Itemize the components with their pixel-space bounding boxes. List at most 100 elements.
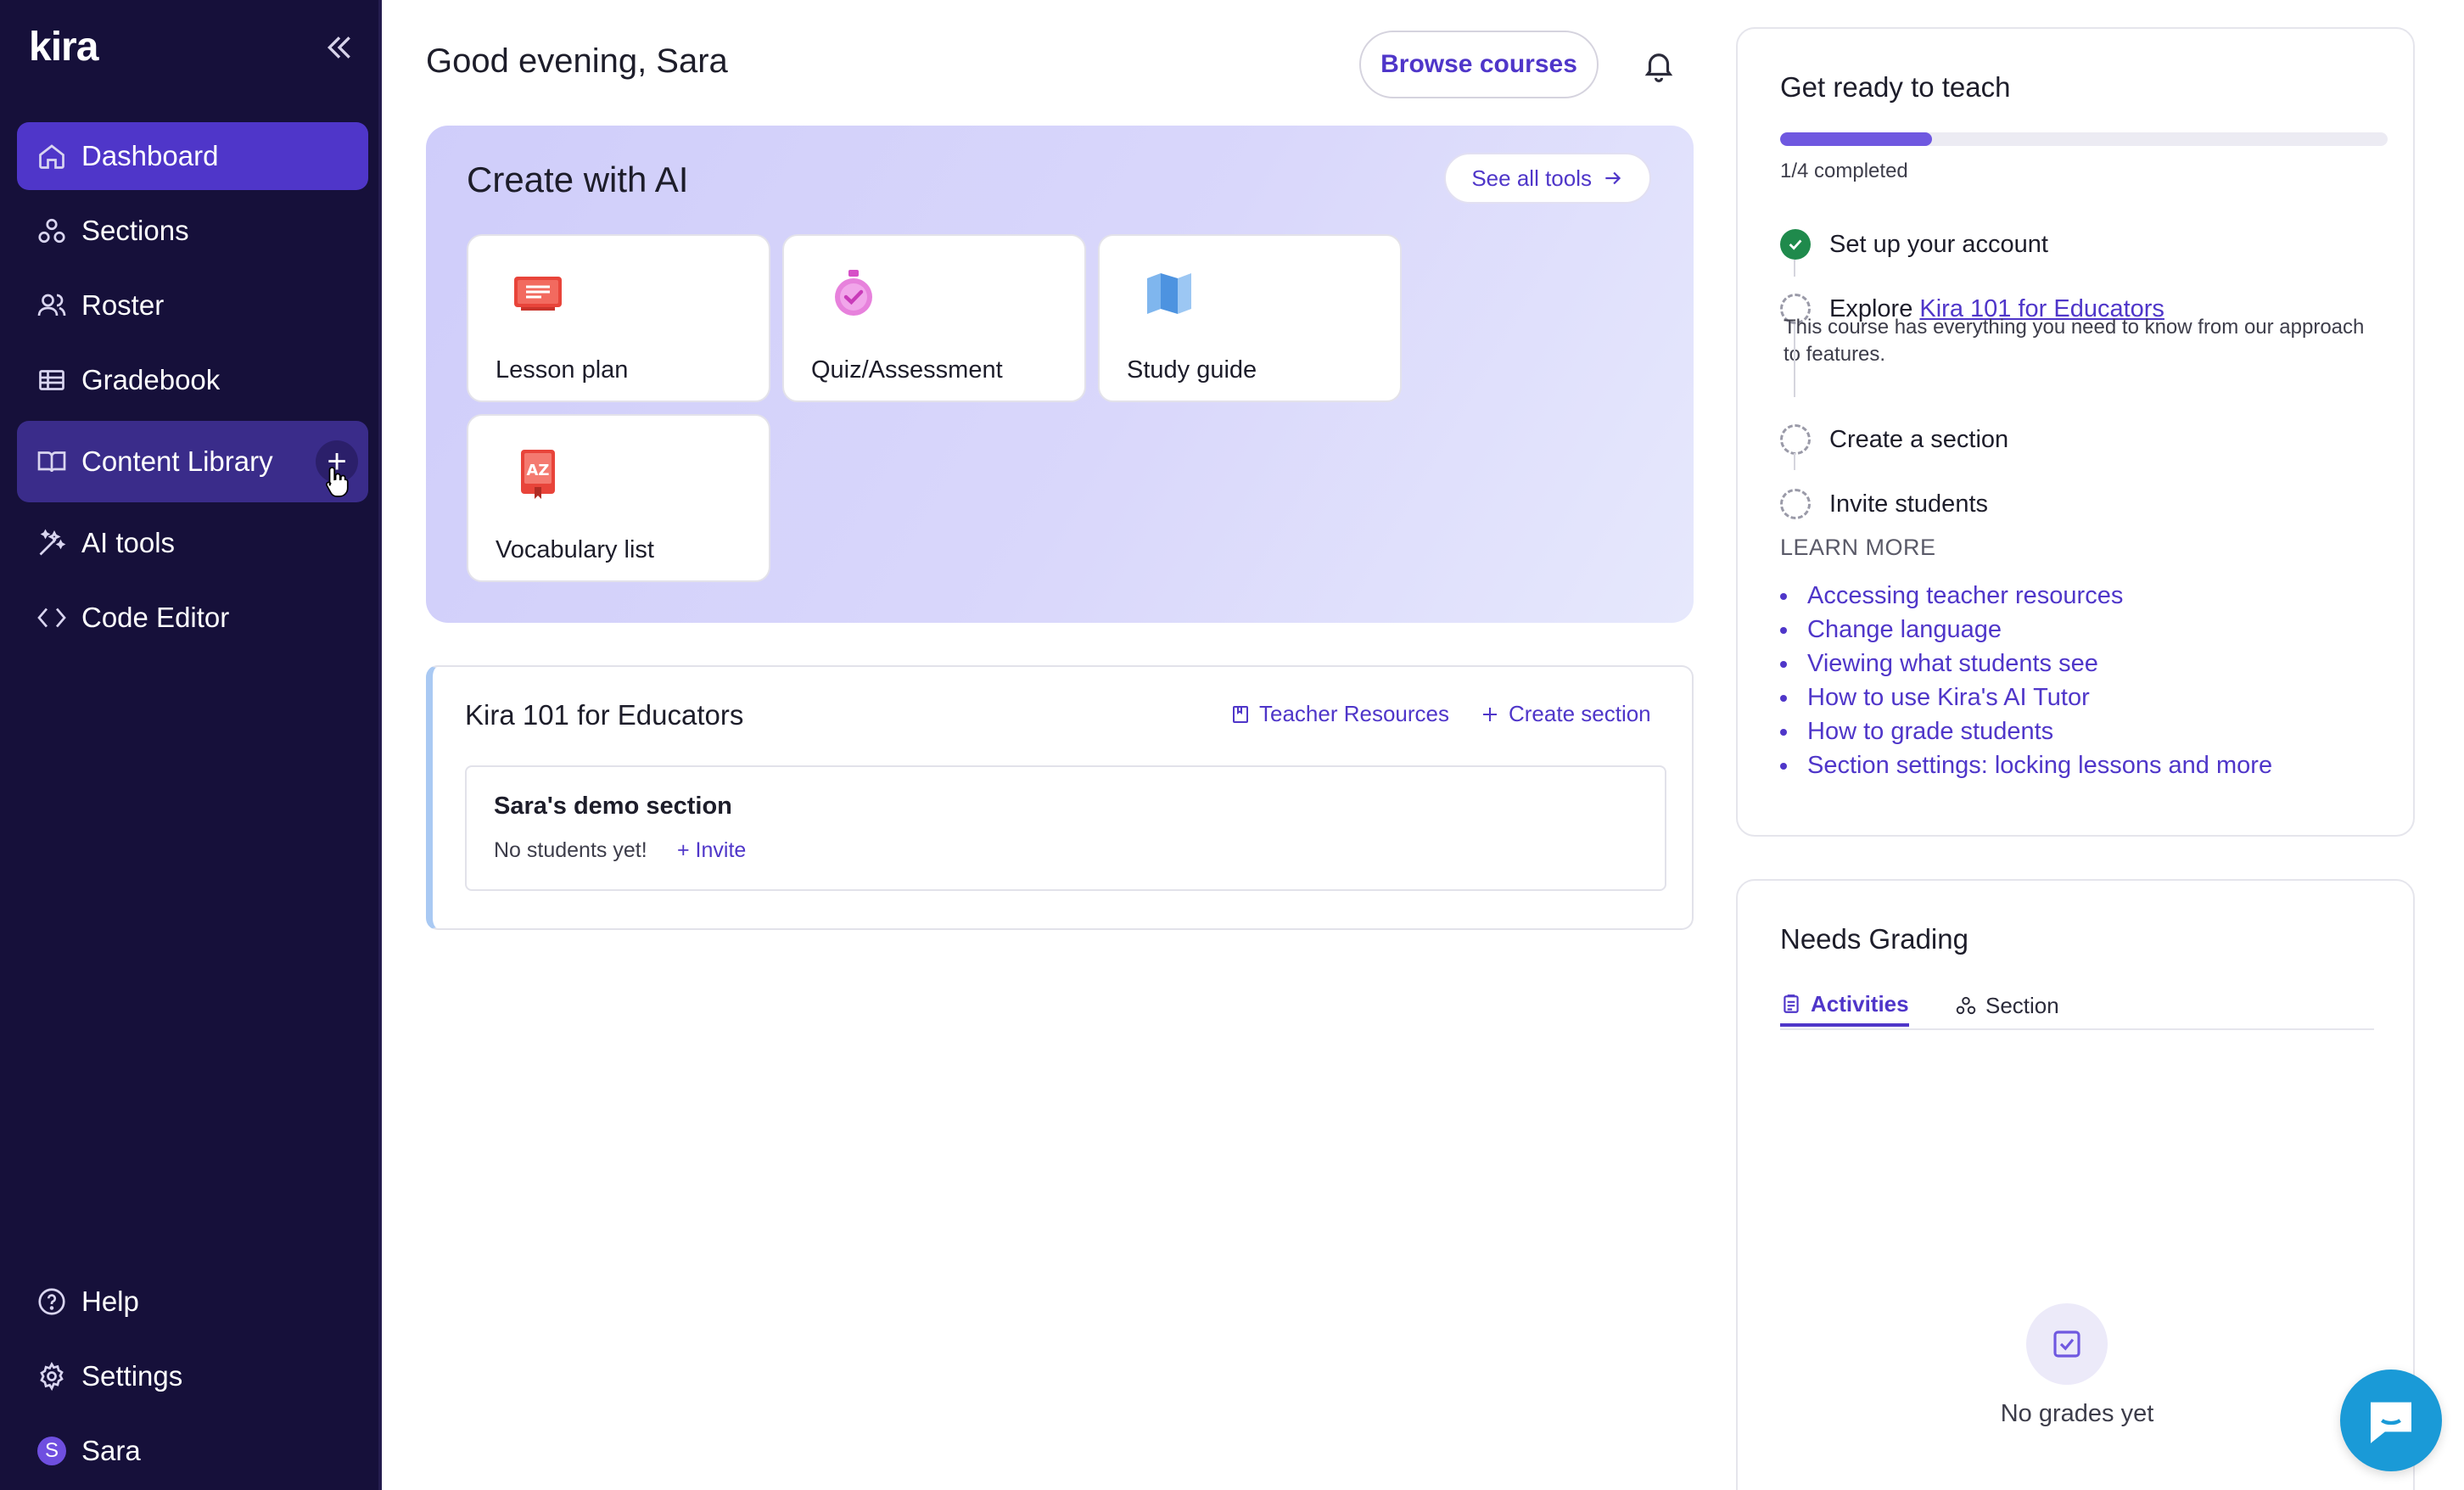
course-card: Kira 101 for Educators Teacher Resources… [426, 665, 1694, 930]
sidebar-item-code-editor[interactable]: Code Editor [17, 584, 368, 652]
sidebar-item-label: Roster [81, 289, 165, 321]
teacher-resources-label: Teacher Resources [1259, 701, 1449, 726]
sidebar-item-label: Gradebook [81, 364, 221, 395]
step-connector [1794, 453, 1795, 470]
tool-label: Vocabulary list [496, 536, 654, 563]
chat-support-button[interactable] [2340, 1370, 2442, 1471]
presentation-icon [514, 277, 562, 311]
arrow-right-icon [1605, 171, 1621, 185]
sidebar-item-content-library[interactable]: Content Library + [17, 421, 368, 502]
invite-label: Invite [695, 838, 747, 862]
sidebar-item-label: Content Library [81, 445, 273, 477]
step-label: Invite students [1829, 490, 1988, 518]
browse-courses-button[interactable]: Browse courses [1359, 31, 1599, 98]
stopwatch-icon [835, 270, 872, 316]
step-label: Create a section [1829, 426, 2009, 453]
sidebar-item-roster[interactable]: Roster [17, 272, 368, 339]
clipboard-icon [1784, 994, 1799, 1013]
progress-text: 1/4 completed [1780, 160, 1908, 182]
checkbox-icon [2026, 1303, 2108, 1385]
tab-activities[interactable]: Activities [1780, 984, 1909, 1027]
tab-label: Activities [1811, 990, 1909, 1017]
create-section-label: Create section [1509, 701, 1651, 726]
tool-card-study-guide[interactable]: Study guide [1098, 234, 1402, 402]
step-setup-account: Set up your account [1780, 229, 2048, 260]
learn-more-link[interactable]: Change language [1780, 613, 2272, 647]
no-students-text: No students yet! [494, 838, 647, 862]
code-icon [34, 600, 70, 636]
see-all-tools-button[interactable]: See all tools [1444, 153, 1651, 204]
chat-icon [2371, 1402, 2411, 1443]
sidebar-item-dashboard[interactable]: Dashboard [17, 122, 368, 190]
learn-more-link[interactable]: How to grade students [1780, 714, 2272, 748]
sidebar-item-ai-tools[interactable]: AI tools [17, 509, 368, 577]
tool-label: Lesson plan [496, 356, 629, 384]
bell-icon[interactable] [1641, 48, 1677, 83]
tool-label: Study guide [1127, 356, 1257, 384]
sidebar-item-label: Help [81, 1286, 139, 1317]
invite-link[interactable]: + Invite [677, 838, 746, 863]
step-create-section: Create a section [1780, 424, 2008, 455]
sidebar-item-label: AI tools [81, 527, 176, 558]
page-title: Good evening, Sara [426, 42, 728, 80]
section-item[interactable]: Sara's demo section No students yet! + I… [465, 765, 1666, 891]
see-all-tools-label: See all tools [1471, 165, 1592, 191]
tool-label: Quiz/Assessment [811, 356, 1003, 384]
plus-icon [1483, 707, 1497, 721]
learn-more-list: Accessing teacher resources Change langu… [1780, 579, 2272, 782]
avatar: S [34, 1433, 70, 1469]
create-section-link[interactable]: Create section [1480, 701, 1651, 727]
empty-state-text: No grades yet [2000, 1400, 2154, 1427]
map-icon [1147, 273, 1191, 314]
sidebar-item-gradebook[interactable]: Gradebook [17, 346, 368, 414]
sidebar-item-label: Code Editor [81, 602, 230, 633]
collapse-sidebar-icon[interactable] [322, 31, 356, 64]
sidebar-item-sections[interactable]: Sections [17, 197, 368, 265]
progress-fill [1780, 132, 1932, 146]
tab-label: Section [1985, 992, 2059, 1018]
course-title[interactable]: Kira 101 for Educators [465, 699, 743, 731]
dictionary-icon: AZ [521, 450, 555, 499]
tab-section[interactable]: Section [1955, 984, 2059, 1027]
sidebar-item-help[interactable]: Help [17, 1268, 368, 1336]
bookmark-book-icon [1233, 705, 1248, 723]
step-description: This course has everything you need to k… [1784, 316, 2365, 366]
tool-card-lesson-plan[interactable]: Lesson plan [467, 234, 770, 402]
learn-more-link[interactable]: How to use Kira's AI Tutor [1780, 681, 2272, 714]
sidebar-item-label: Sections [81, 215, 189, 246]
section-name[interactable]: Sara's demo section [494, 793, 732, 821]
sidebar-item-label: Settings [81, 1360, 183, 1392]
users-icon [34, 288, 70, 323]
sidebar-item-profile[interactable]: S Sara [17, 1417, 368, 1485]
get-ready-card: Get ready to teach 1/4 completed Set up … [1736, 27, 2415, 837]
needs-grading-title: Needs Grading [1780, 923, 1968, 955]
step-connector [1794, 324, 1795, 397]
sidebar: kira Dashboard Sections Roster Gradebook… [0, 0, 382, 1490]
svg-text:AZ: AZ [527, 462, 550, 479]
book-icon [34, 444, 70, 479]
step-connector [1794, 260, 1795, 277]
create-with-ai-panel: Create with AI See all tools Lesson plan… [426, 126, 1694, 623]
kira-logo[interactable]: kira [29, 24, 98, 70]
tool-card-vocabulary-list[interactable]: AZ Vocabulary list [467, 414, 770, 582]
gear-icon [34, 1358, 70, 1394]
sidebar-item-settings[interactable]: Settings [17, 1342, 368, 1410]
progress-bar [1780, 132, 2388, 146]
dashed-circle-icon [1780, 489, 1811, 519]
help-icon [34, 1284, 70, 1319]
learn-more-link[interactable]: Section settings: locking lessons and mo… [1780, 748, 2272, 782]
tool-card-quiz-assessment[interactable]: Quiz/Assessment [782, 234, 1086, 402]
sidebar-item-label: Dashboard [81, 140, 219, 171]
get-ready-title: Get ready to teach [1780, 71, 2011, 103]
create-with-ai-title: Create with AI [467, 160, 689, 199]
check-circle-icon [1780, 229, 1811, 260]
learn-more-heading: LEARN MORE [1780, 535, 1936, 560]
learn-more-link[interactable]: Viewing what students see [1780, 647, 2272, 681]
teacher-resources-link[interactable]: Teacher Resources [1230, 701, 1449, 727]
dashed-circle-icon [1780, 424, 1811, 455]
learn-more-link[interactable]: Accessing teacher resources [1780, 579, 2272, 613]
step-label: Set up your account [1829, 231, 2048, 258]
needs-grading-card: Needs Grading Activities Section No grad… [1736, 879, 2415, 1490]
tabs-divider [1780, 1028, 2374, 1030]
home-icon [34, 138, 70, 174]
